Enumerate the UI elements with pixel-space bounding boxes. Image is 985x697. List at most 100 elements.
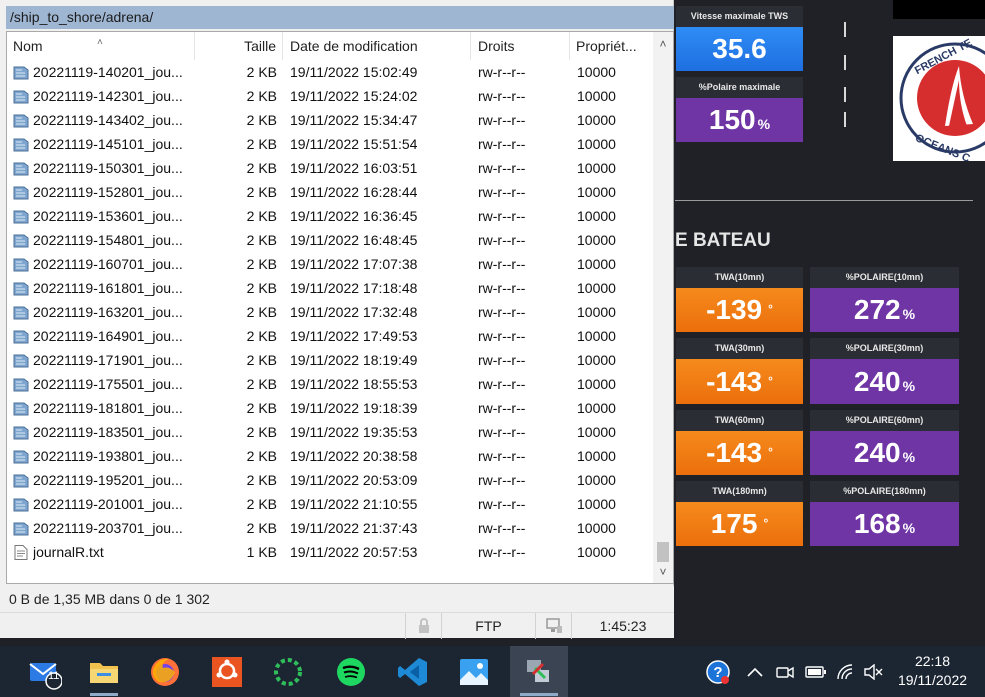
file-permissions: rw-r--r-- (478, 256, 526, 272)
french-tech-logo: FRENCH TE OCEANS C (893, 36, 985, 161)
speaker-muted-icon (864, 663, 883, 680)
table-row[interactable]: 20221119-143402_jou... 2 KB 19/11/2022 15:… (7, 108, 652, 132)
twa-label: TWA(180mn) (676, 481, 803, 502)
file-owner: 10000 (577, 256, 616, 272)
file-name: 20221119-175501_jou... (33, 376, 183, 392)
table-row[interactable]: 20221119-152801_jou... 2 KB 19/11/2022 16:… (7, 180, 652, 204)
twa-value: -143 (706, 365, 763, 397)
firefox-icon (151, 657, 179, 686)
file-name: 20221119-150301_jou... (33, 160, 183, 176)
column-header-size[interactable]: Taille (195, 32, 283, 60)
meet-now-button[interactable] (773, 646, 797, 697)
table-row[interactable]: 20221119-161801_jou... 2 KB 19/11/2022 17:… (7, 276, 652, 300)
scroll-down-icon[interactable]: ˅ (653, 562, 673, 582)
black-panel (893, 0, 985, 19)
polar-label: %POLAIRE(180mn) (810, 481, 959, 502)
table-row[interactable]: 20221119-140201_jou... 2 KB 19/11/2022 15:… (7, 60, 652, 84)
network-button[interactable] (834, 646, 858, 697)
file-icon (13, 234, 29, 248)
vscode-button[interactable] (387, 646, 439, 697)
polar-value: 240 (853, 437, 901, 468)
column-header-row: Nom ˄ Taille Date de modification Droits… (7, 32, 652, 60)
mail-app-button[interactable]: 11 (18, 646, 70, 697)
file-permissions: rw-r--r-- (478, 304, 526, 320)
photos-button[interactable] (448, 646, 500, 697)
file-size: 2 KB (246, 496, 277, 512)
table-row[interactable]: 20221119-201001_jou... 2 KB 19/11/2022 21:… (7, 492, 652, 516)
ubuntu-button[interactable] (201, 646, 253, 697)
file-owner: 10000 (577, 496, 616, 512)
twa-label: TWA(30mn) (676, 338, 803, 359)
twa-value: -143 (706, 437, 763, 468)
filezilla-button[interactable] (510, 646, 568, 697)
vertical-scrollbar[interactable]: ˄ ˅ (653, 32, 673, 583)
table-row[interactable]: journalR.txt 1 KB 19/11/2022 20:57:53 rw-r-… (7, 540, 652, 564)
file-permissions: rw-r--r-- (478, 280, 526, 296)
camera-icon (776, 666, 794, 678)
table-row[interactable]: 20221119-160701_jou... 2 KB 19/11/2022 17:… (7, 252, 652, 276)
file-owner: 10000 (577, 400, 616, 416)
file-owner: 10000 (577, 208, 616, 224)
svg-text:?: ? (713, 664, 722, 681)
battery-button[interactable] (803, 646, 829, 697)
column-header-perms[interactable]: Droits (471, 32, 570, 60)
file-date: 19/11/2022 15:24:02 (290, 88, 418, 104)
table-row[interactable]: 20221119-183501_jou... 2 KB 19/11/2022 19:… (7, 420, 652, 444)
file-owner: 10000 (577, 232, 616, 248)
elapsed-time: 1:45:23 (571, 613, 674, 639)
remote-path-bar[interactable]: /ship_to_shore/adrena/ (6, 6, 674, 29)
scroll-up-icon[interactable]: ˄ (653, 34, 673, 54)
table-row[interactable]: 20221119-203701_jou... 2 KB 19/11/2022 21:… (7, 516, 652, 540)
file-permissions: rw-r--r-- (478, 232, 526, 248)
table-row[interactable]: 20221119-193801_jou... 2 KB 19/11/2022 20:… (7, 444, 652, 468)
table-row[interactable]: 20221119-150301_jou... 2 KB 19/11/2022 16:… (7, 156, 652, 180)
file-owner: 10000 (577, 280, 616, 296)
column-header-date[interactable]: Date de modification (283, 32, 471, 60)
file-date: 19/11/2022 15:34:47 (290, 112, 418, 128)
volume-button[interactable] (861, 646, 885, 697)
scroll-thumb[interactable] (657, 542, 669, 562)
table-row[interactable]: 20221119-142301_jou... 2 KB 19/11/2022 15:… (7, 84, 652, 108)
file-permissions: rw-r--r-- (478, 160, 526, 176)
spotify-button[interactable] (325, 646, 377, 697)
table-row[interactable]: 20221119-163201_jou... 2 KB 19/11/2022 17:… (7, 300, 652, 324)
table-row[interactable]: 20221119-175501_jou... 2 KB 19/11/2022 18:… (7, 372, 652, 396)
file-name: 20221119-142301_jou... (33, 88, 183, 104)
file-size: 2 KB (246, 208, 277, 224)
file-icon (13, 282, 29, 296)
column-header-name[interactable]: Nom ˄ (7, 32, 195, 60)
table-row[interactable]: 20221119-171901_jou... 2 KB 19/11/2022 18:… (7, 348, 652, 372)
firefox-button[interactable] (139, 646, 191, 697)
file-name: 20221119-193801_jou... (33, 448, 183, 464)
mail-badge: 11 (48, 670, 60, 682)
divider-dash (844, 22, 846, 37)
file-list[interactable]: Nom ˄ Taille Date de modification Droits… (6, 31, 674, 584)
file-explorer-button[interactable] (78, 646, 130, 697)
file-name: 20221119-143402_jou... (33, 112, 183, 128)
system-clock[interactable]: 22:18 19/11/2022 (885, 652, 980, 690)
loading-app-icon (274, 657, 302, 686)
column-header-owner[interactable]: Propriét... (570, 32, 652, 60)
file-name: 20221119-164901_jou... (33, 328, 183, 344)
file-permissions: rw-r--r-- (478, 208, 526, 224)
polar-max-value-tile: 150% (676, 98, 803, 142)
file-icon (13, 186, 29, 200)
polar-value: 272 (853, 294, 901, 325)
polar-max-value: 150 (708, 104, 756, 135)
polar-max-unit: % (757, 116, 771, 132)
loading-app-button[interactable] (262, 646, 314, 697)
polar-label: %POLAIRE(30mn) (810, 338, 959, 359)
file-owner: 10000 (577, 544, 616, 560)
table-row[interactable]: 20221119-195201_jou... 2 KB 19/11/2022 20:… (7, 468, 652, 492)
show-hidden-icons-button[interactable] (743, 646, 767, 697)
table-row[interactable]: 20221119-181801_jou... 2 KB 19/11/2022 19:… (7, 396, 652, 420)
file-name: 20221119-160701_jou... (33, 256, 183, 272)
table-row[interactable]: 20221119-164901_jou... 2 KB 19/11/2022 17:… (7, 324, 652, 348)
text-file-icon (14, 545, 28, 560)
help-tray-button[interactable]: ? (703, 646, 733, 697)
file-name: 20221119-203701_jou... (33, 520, 183, 536)
file-date: 19/11/2022 18:19:49 (290, 352, 418, 368)
table-row[interactable]: 20221119-153601_jou... 2 KB 19/11/2022 16:… (7, 204, 652, 228)
table-row[interactable]: 20221119-145101_jou... 2 KB 19/11/2022 15:… (7, 132, 652, 156)
table-row[interactable]: 20221119-154801_jou... 2 KB 19/11/2022 16:… (7, 228, 652, 252)
